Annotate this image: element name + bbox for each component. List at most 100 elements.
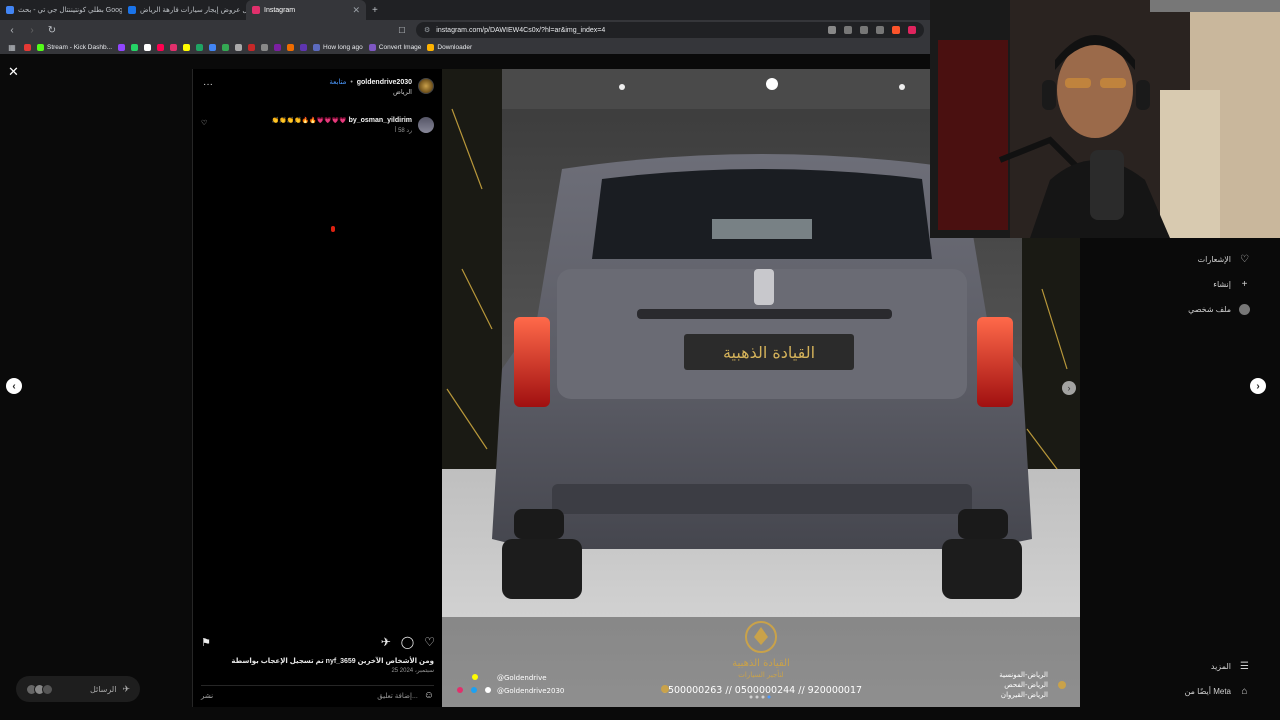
bookmark-twitch[interactable] [118,43,126,51]
carousel-next-button[interactable]: › [1062,381,1076,395]
bookmark-x[interactable] [144,43,152,51]
like-heart-icon[interactable]: ♡ [424,635,435,649]
reload-icon[interactable]: ↻ [46,25,58,36]
bookmark-convert-image[interactable]: Convert Image [368,43,422,51]
bookmark-icon[interactable]: ☐ [396,26,408,35]
instagram-icon [457,687,463,693]
avatar [42,683,53,695]
phone-icon [661,685,669,693]
post-location[interactable]: الرياض [329,88,412,96]
browser-tab-bar: بطلي كونتيننتال جي تي - بحث Google افضل … [0,0,930,20]
sidebar-item-meta[interactable]: أيضًا من Meta ⌂ [1170,686,1250,697]
bookmark-ext-1[interactable] [209,43,217,51]
comment-time: 58 أ [394,128,405,134]
bookmark-ext-8[interactable] [300,43,308,51]
reply-button[interactable]: رد [406,128,412,134]
bookmark-downloader[interactable]: Downloader [427,43,472,51]
apps-grid-icon[interactable]: ▦ [6,43,18,52]
sidebar-bottom: المزيد ☰ أيضًا من Meta ⌂ [1170,661,1250,697]
sidebar-item-notifications[interactable]: الإشعارات ♡ [1170,254,1250,265]
url-field[interactable]: ⚙ instagram.com/p/DAWIEW4Cs0x/?hl=ar&img… [416,22,924,38]
back-arrow-icon[interactable]: ‹ [6,25,18,36]
bookmark-ext-6[interactable] [274,43,282,51]
bookmark-whatsapp[interactable] [131,43,139,51]
bookmark-snapchat[interactable] [183,43,191,51]
post-date: 25 سبتمبر، 2024 [391,668,434,674]
new-tab-button[interactable]: + [366,0,384,20]
brave-shield-icon[interactable] [892,26,900,34]
post-username[interactable]: goldendrive2030 [357,79,412,86]
comment-username[interactable]: by_osman_yildirim [349,117,412,124]
more-options-icon[interactable]: ··· [203,79,213,90]
extension-icon [222,43,230,51]
bookmark-tiktok[interactable] [157,43,165,51]
publish-button[interactable]: نشر [201,692,213,700]
post-comments-panel: ··· متابعة • goldendrive2030 الرياض ♡ 👏👏… [192,69,442,707]
bookmark-ext-4[interactable] [248,43,256,51]
close-tab-icon[interactable]: ✕ [352,5,360,16]
rolls-royce-emblem-icon [754,269,774,305]
next-post-button[interactable]: › [1250,378,1266,394]
sidebar-item-more[interactable]: المزيد ☰ [1170,661,1250,672]
menu-icon: ☰ [1240,661,1249,672]
meta-threads-icon: ⌂ [1241,686,1248,697]
snapchat-icon [183,43,191,51]
cast-icon[interactable] [828,26,836,34]
post-actions: ⚑ ✈ ◯ ♡ [201,635,435,649]
tab-title: بطلي كونتيننتال جي تي - بحث Google [18,7,122,14]
rewards-icon[interactable] [908,26,916,34]
brand-subtitle: لتأجير السيارات [738,669,783,679]
browser-tab-1[interactable]: بطلي كونتيننتال جي تي - بحث Google [0,0,122,20]
bookmark-youtube[interactable] [24,43,31,51]
sidebar-item-create[interactable]: إنشاء + [1170,279,1250,290]
translate-icon[interactable] [844,26,852,34]
avatar[interactable] [418,117,434,133]
close-modal-icon[interactable]: ✕ [8,64,19,80]
bookmark-ext-2[interactable] [222,43,230,51]
branch-2: الرياض-الفحص [1004,681,1048,689]
star-icon[interactable] [876,26,884,34]
emoji-icon[interactable]: ☺ [424,690,434,701]
social-handle-1: @Goldendrive [497,674,547,682]
likes-summary[interactable]: تم تسجيل الإعجاب بواسطة nyf_3659 ومن الأ… [231,657,434,665]
follow-button[interactable]: متابعة [329,79,346,86]
extension-icon [287,43,295,51]
bookmark-instagram[interactable] [170,43,178,51]
sidebar-item-label: أيضًا من Meta [1184,687,1231,696]
share-icon[interactable] [860,26,868,34]
browser-tab-2[interactable]: افضل عروض إيجار سيارات فارهة الرياض [122,0,246,20]
bookmark-drive[interactable] [196,43,204,51]
share-icon[interactable]: ✈ [381,635,391,649]
prev-post-button[interactable]: ‹ [6,378,22,394]
add-comment-input[interactable]: إضافة تعليق... [377,692,418,700]
site-info-icon[interactable]: ⚙ [424,26,430,34]
comment-icon[interactable]: ◯ [401,635,414,649]
avatar[interactable] [418,78,434,94]
bookmark-label: Convert Image [378,43,422,51]
extension-icon [235,43,243,51]
post-header: متابعة • goldendrive2030 الرياض [329,78,434,96]
sidebar-item-profile[interactable]: ملف شخصي [1170,304,1250,315]
comment-text: 👏👏👏👏🔥🔥💗💗💗💗 [271,118,347,124]
bookmark-ext-7[interactable] [287,43,295,51]
tiktok-icon [157,43,165,51]
like-comment-heart-icon[interactable]: ♡ [201,119,207,127]
messages-button[interactable]: الرسائل ✈ [16,676,140,702]
bookmarks-bar: ▦ Stream - Kick Dashb... How long ago Co… [0,40,930,54]
sidebar-item-label: ملف شخصي [1188,305,1231,314]
webcam-overlay [930,0,1280,238]
browser-tab-instagram[interactable]: Instagram ✕ [246,0,366,20]
sidebar-item-label: إنشاء [1213,280,1231,289]
social-handle-2: @Goldendrive2030 [497,687,564,695]
forward-arrow-icon[interactable]: › [26,25,38,36]
save-icon[interactable]: ⚑ [201,636,211,649]
bookmark-ext-5[interactable] [261,43,269,51]
bookmark-how-long-ago[interactable]: How long ago [313,43,363,51]
bookmark-ext-3[interactable] [235,43,243,51]
site-favicon-icon [128,6,136,14]
bookmark-kick[interactable]: Stream - Kick Dashb... [37,43,112,51]
messages-label: الرسائل [89,684,117,694]
kick-icon [37,43,44,51]
image-icon [368,43,376,51]
twitter-icon [471,687,477,693]
